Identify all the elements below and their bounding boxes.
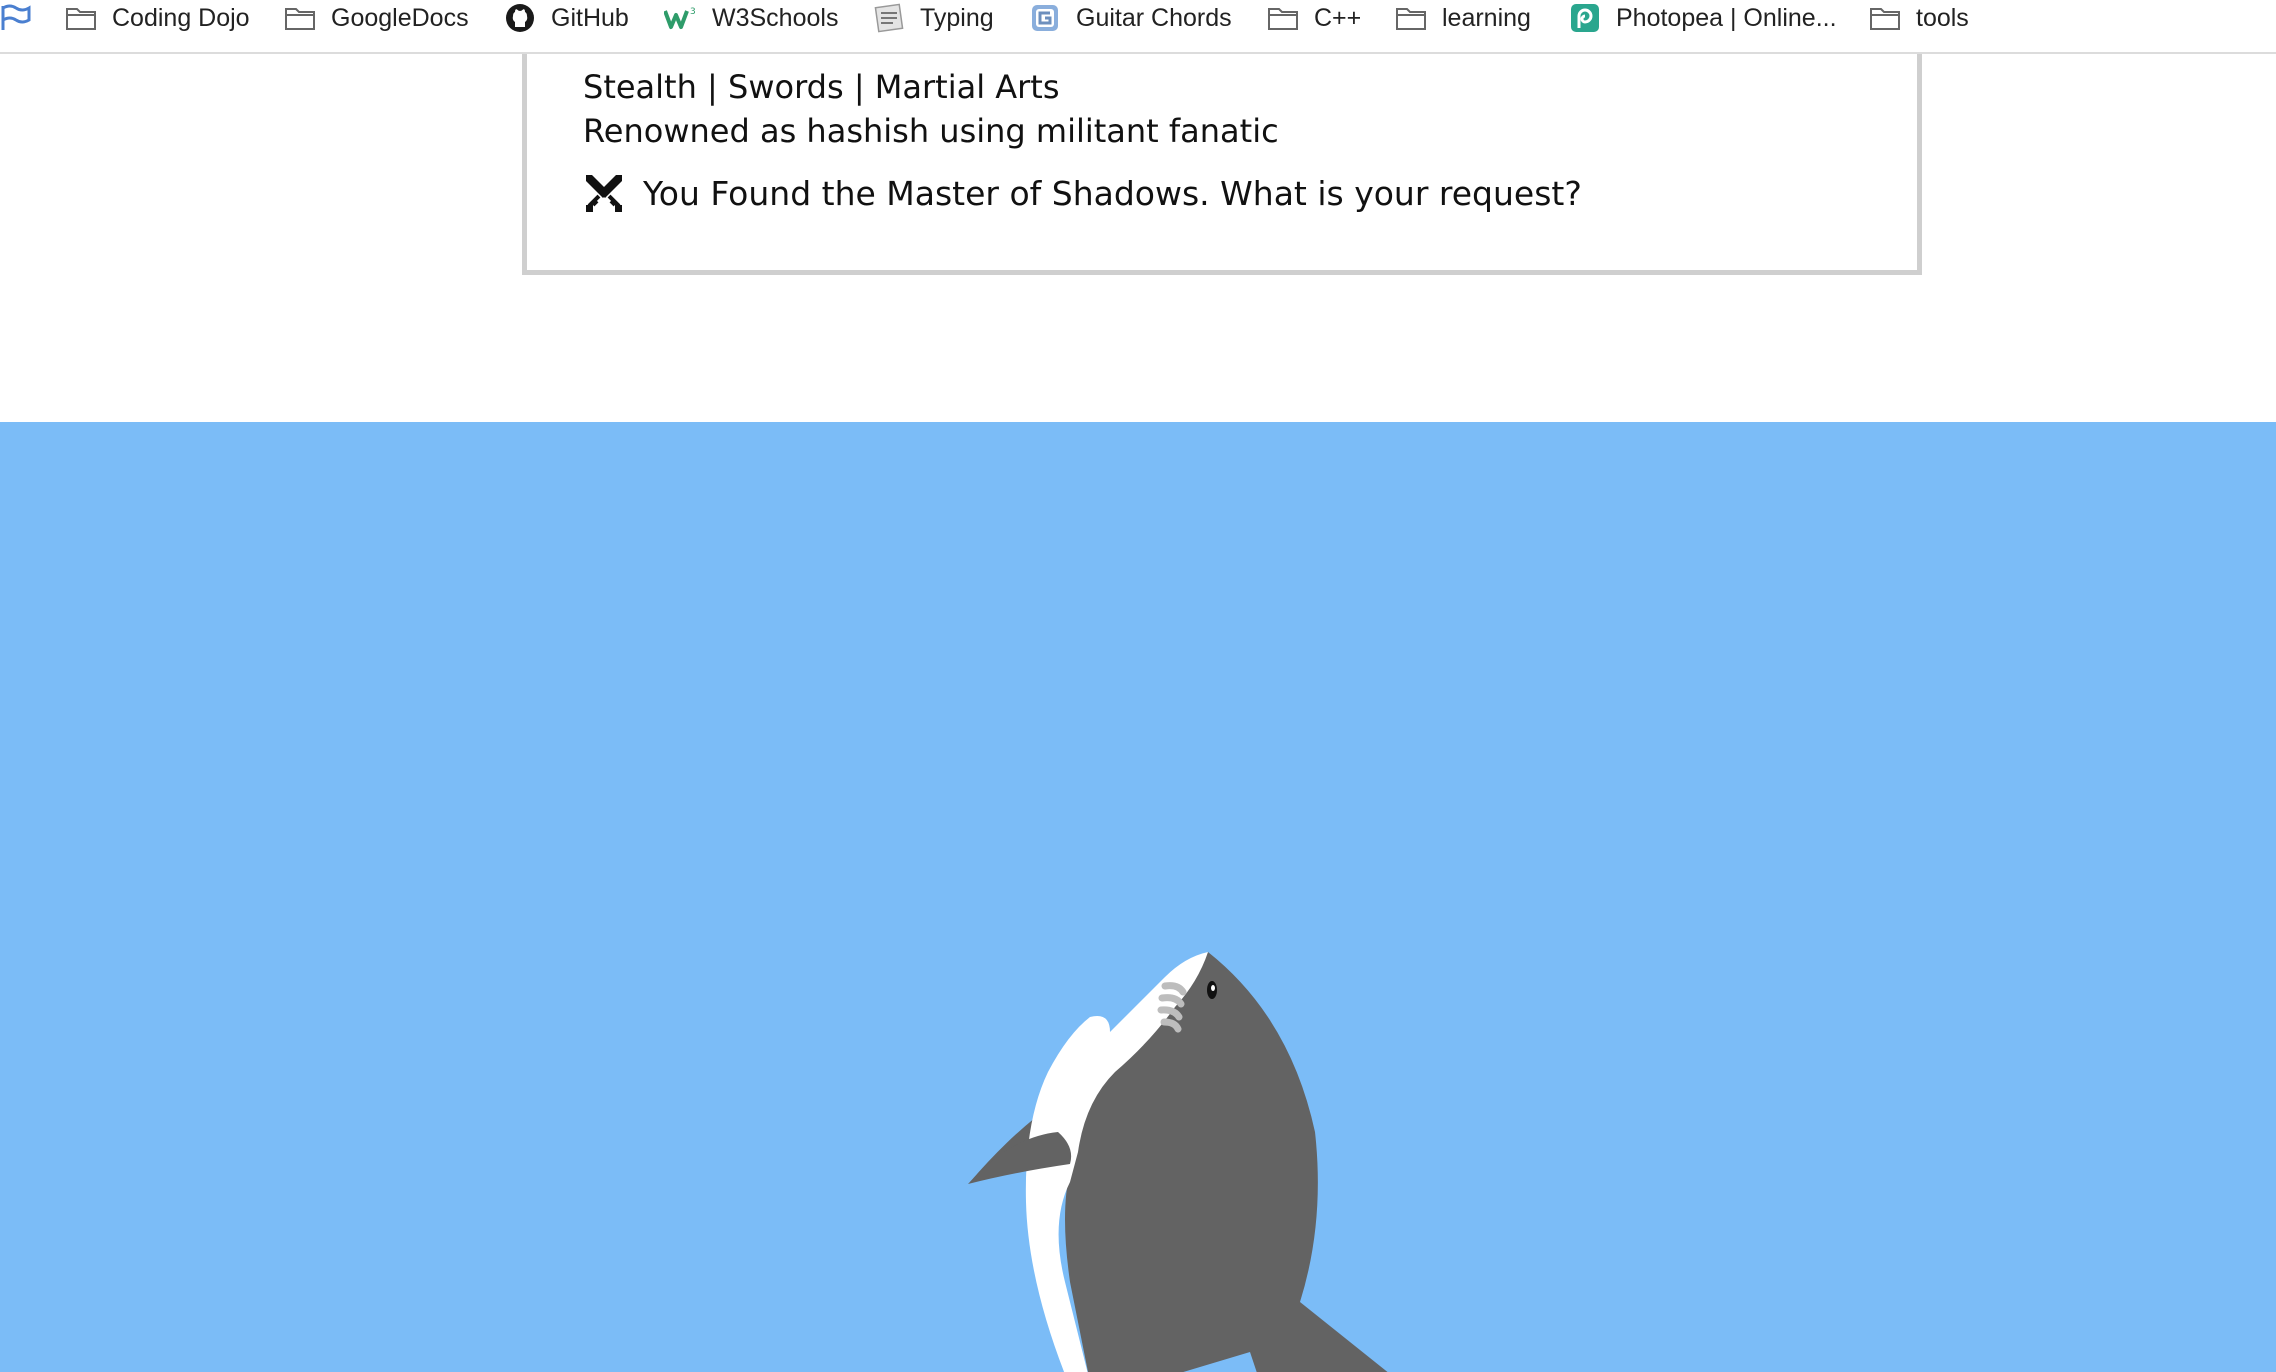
bookmark-label: GoogleDocs (331, 3, 469, 32)
bookmark-w3schools[interactable]: 3 W3Schools (664, 0, 838, 36)
bookmark-typing[interactable]: Typing (872, 0, 994, 36)
bookmark-label: C++ (1314, 3, 1362, 32)
bookmark-coding-dojo[interactable]: Coding Dojo (64, 0, 250, 36)
bookmark-cpp[interactable]: C++ (1266, 0, 1361, 36)
bookmark-label: tools (1916, 3, 1969, 32)
request-text: You Found the Master of Shadows. What is… (643, 173, 1582, 213)
bookmark-github[interactable]: GitHub (503, 0, 629, 36)
guitar-chords-icon (1028, 3, 1062, 33)
bookmark-label: learning (1442, 3, 1531, 32)
folder-icon (1394, 3, 1428, 33)
typing-icon (872, 3, 906, 33)
bookmark-label: Photopea | Online... (1616, 3, 1837, 32)
bookmark-label: W3Schools (712, 3, 839, 32)
request-row: You Found the Master of Shadows. What is… (583, 172, 1582, 214)
folder-icon (64, 3, 98, 33)
bookmark-tools[interactable]: tools (1868, 0, 1969, 36)
sky-background (0, 422, 2276, 1372)
svg-text:3: 3 (690, 7, 696, 17)
folder-icon (1266, 3, 1300, 33)
folder-icon (283, 3, 317, 33)
bookmark-label: GitHub (551, 3, 629, 32)
reputation-text: Renowned as hashish using militant fanat… (583, 112, 1279, 150)
w3schools-icon: 3 (664, 3, 698, 33)
shark-illustration (968, 952, 1388, 1372)
bookmarks-bar: Coding Dojo GoogleDocs GitHub 3 W3School… (0, 0, 2276, 54)
photopea-icon (1568, 3, 1602, 33)
bookmark-label: Guitar Chords (1076, 3, 1232, 32)
page: Coding Dojo GoogleDocs GitHub 3 W3School… (0, 0, 2276, 1372)
bookmark-googledocs[interactable]: GoogleDocs (283, 0, 469, 36)
bookmark-label: Coding Dojo (112, 3, 250, 32)
profile-card: Stealth | Swords | Martial Arts Renowned… (522, 54, 1922, 275)
bookmark-flag-icon[interactable] (0, 4, 32, 32)
crossed-swords-icon (586, 175, 622, 212)
bookmark-label: Typing (920, 3, 994, 32)
folder-icon (1868, 3, 1902, 33)
bookmark-learning[interactable]: learning (1394, 0, 1531, 36)
bookmark-guitar-chords[interactable]: Guitar Chords (1028, 0, 1232, 36)
skills-text: Stealth | Swords | Martial Arts (583, 68, 1060, 106)
github-icon (503, 3, 537, 33)
bookmark-photopea[interactable]: Photopea | Online... (1568, 0, 1837, 36)
